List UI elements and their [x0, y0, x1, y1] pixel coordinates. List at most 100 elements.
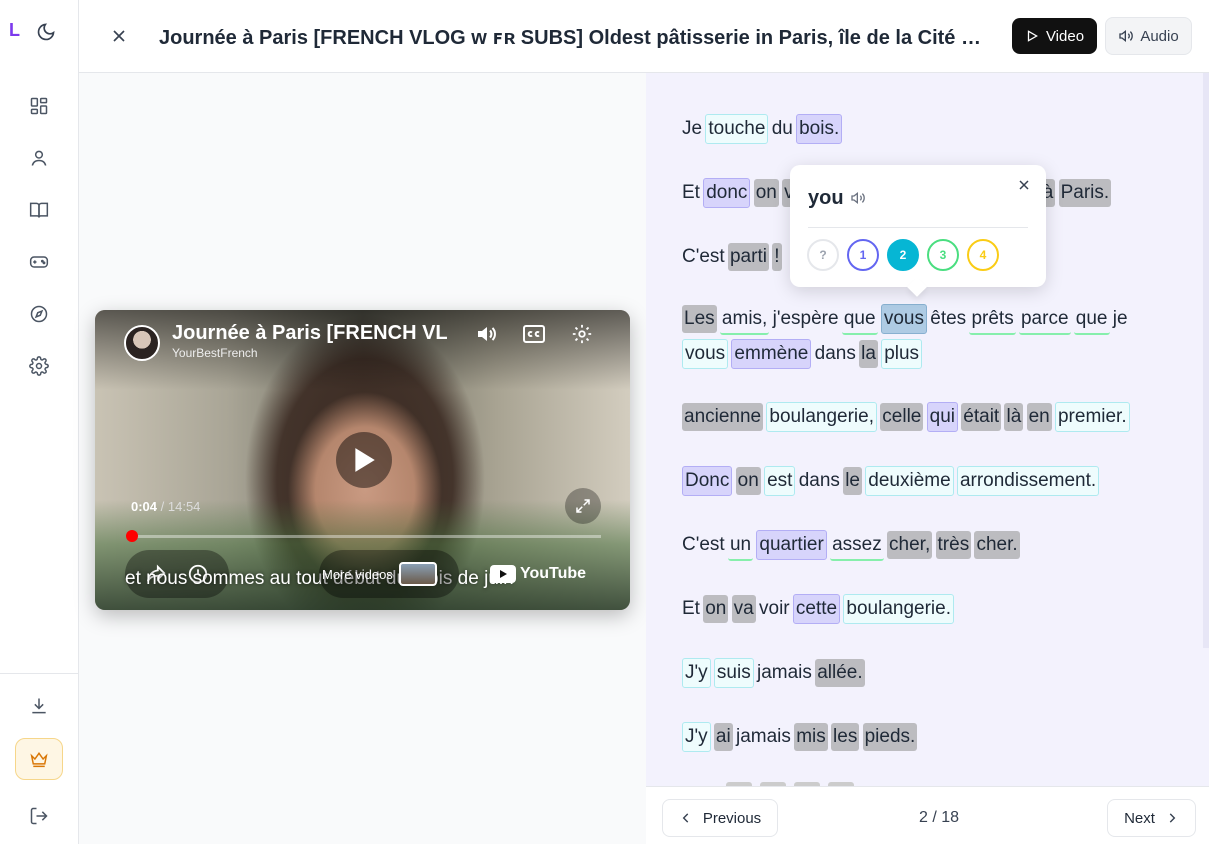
- transcript-word[interactable]: boulangerie,: [766, 402, 877, 432]
- moon-icon[interactable]: [36, 22, 56, 42]
- selected-word[interactable]: vous: [880, 304, 927, 334]
- transcript-word[interactable]: C'est: [682, 243, 725, 271]
- youtube-logo[interactable]: YouTube: [490, 565, 586, 583]
- transcript-word[interactable]: amis,: [719, 305, 770, 335]
- transcript-word[interactable]: J'y: [682, 722, 711, 752]
- level-3-button[interactable]: 3: [927, 239, 959, 271]
- video-channel[interactable]: YourBestFrench: [172, 346, 258, 360]
- transcript-word[interactable]: allée.: [815, 659, 865, 687]
- transcript-word[interactable]: parce: [1018, 305, 1071, 335]
- transcript-word[interactable]: les: [831, 723, 860, 751]
- transcript-word[interactable]: je: [1113, 305, 1128, 333]
- next-button[interactable]: Next: [1107, 799, 1196, 837]
- mute-button[interactable]: [473, 321, 499, 347]
- transcript-word[interactable]: Les: [682, 305, 717, 333]
- fullscreen-button[interactable]: [565, 488, 601, 524]
- transcript-word[interactable]: donc: [703, 178, 751, 208]
- audio-mode-button[interactable]: Audio: [1105, 17, 1192, 55]
- speaker-icon[interactable]: [850, 190, 866, 206]
- progress-scrubber[interactable]: [126, 530, 138, 542]
- player-settings-button[interactable]: [569, 321, 595, 347]
- transcript-word[interactable]: on: [735, 467, 761, 495]
- transcript-word[interactable]: est: [764, 466, 796, 496]
- transcript-word[interactable]: était: [961, 403, 1002, 431]
- more-videos-button[interactable]: More videos: [319, 550, 459, 598]
- transcript-word[interactable]: cher.: [974, 531, 1020, 559]
- transcript-word[interactable]: quartier: [756, 530, 827, 560]
- sidebar-item-dashboard[interactable]: [27, 94, 51, 118]
- transcript-word[interactable]: jamais: [757, 659, 812, 687]
- transcript-word[interactable]: voir: [759, 595, 790, 623]
- download-button[interactable]: [27, 694, 51, 718]
- transcript-word[interactable]: dans: [815, 340, 856, 368]
- transcript-word[interactable]: on: [703, 595, 729, 623]
- transcript-word[interactable]: ancienne: [682, 403, 764, 431]
- transcript-word[interactable]: !: [772, 243, 782, 271]
- close-button[interactable]: [109, 26, 129, 46]
- level-2-button[interactable]: 2: [887, 239, 919, 271]
- app-logo[interactable]: L: [9, 20, 23, 42]
- play-button[interactable]: [336, 432, 392, 488]
- previous-button[interactable]: Previous: [662, 799, 778, 837]
- sidebar-item-profile[interactable]: [27, 146, 51, 170]
- transcript-word[interactable]: parti: [727, 243, 769, 271]
- sidebar-item-settings[interactable]: [27, 354, 51, 378]
- transcript-word[interactable]: du: [772, 115, 793, 143]
- level-unknown-button[interactable]: ?: [807, 239, 839, 271]
- transcript-word[interactable]: bois.: [796, 114, 843, 144]
- transcript-word[interactable]: celle: [880, 403, 924, 431]
- transcript-word[interactable]: assez: [830, 531, 884, 561]
- transcript-word[interactable]: en: [1026, 403, 1052, 431]
- transcript-word[interactable]: cette: [792, 594, 841, 624]
- transcript-word[interactable]: va: [731, 595, 756, 623]
- transcript-word[interactable]: jamais: [736, 723, 791, 751]
- popup-close-button[interactable]: [1016, 177, 1032, 193]
- sidebar-item-explore[interactable]: [27, 302, 51, 326]
- transcript-word[interactable]: C'est: [682, 531, 725, 559]
- sidebar-item-games[interactable]: [27, 250, 51, 274]
- transcript-word[interactable]: qui: [926, 402, 958, 432]
- transcript-word[interactable]: on: [753, 179, 779, 207]
- transcript-word[interactable]: êtes: [930, 305, 966, 333]
- transcript-word[interactable]: que: [1073, 305, 1110, 335]
- transcript-word[interactable]: plus: [881, 339, 923, 369]
- transcript-word[interactable]: pieds.: [862, 723, 918, 751]
- transcript-word[interactable]: J'y: [682, 658, 711, 688]
- transcript-word[interactable]: là: [1004, 403, 1024, 431]
- logout-button[interactable]: [27, 804, 51, 828]
- transcript-word[interactable]: Et: [682, 595, 700, 623]
- transcript-word[interactable]: dans: [799, 467, 840, 495]
- transcript-word[interactable]: ai: [713, 723, 733, 751]
- transcript-word[interactable]: Et: [682, 179, 700, 207]
- transcript-word[interactable]: cher,: [887, 531, 933, 559]
- transcript-word[interactable]: boulangerie.: [843, 594, 954, 624]
- transcript-word[interactable]: arrondissement.: [956, 466, 1100, 496]
- transcript-word[interactable]: emmène: [731, 339, 812, 369]
- transcript-word[interactable]: mis: [794, 723, 828, 751]
- video-player[interactable]: Journée à Paris [FRENCH VLOG w FR SUBS] …: [95, 310, 630, 610]
- level-1-button[interactable]: 1: [847, 239, 879, 271]
- transcript-word[interactable]: suis: [713, 658, 754, 688]
- transcript-word[interactable]: j'espère: [773, 305, 839, 333]
- transcript-word[interactable]: la: [859, 340, 878, 368]
- transcript-word[interactable]: prêts: [969, 305, 1016, 335]
- video-title[interactable]: Journée à Paris [FRENCH VLOG w FR SUBS]: [172, 322, 447, 345]
- premium-button[interactable]: [15, 738, 63, 780]
- transcript-scrollbar[interactable]: [1203, 73, 1209, 648]
- transcript-word[interactable]: Je: [682, 115, 702, 143]
- transcript-word[interactable]: deuxième: [865, 466, 954, 496]
- transcript-word[interactable]: Donc: [682, 466, 733, 496]
- transcript-word[interactable]: le: [843, 467, 862, 495]
- sidebar-item-library[interactable]: [27, 198, 51, 222]
- channel-avatar[interactable]: [124, 325, 160, 361]
- transcript-word[interactable]: vous: [682, 339, 729, 369]
- transcript-word[interactable]: très: [935, 531, 972, 559]
- captions-button[interactable]: [521, 321, 547, 347]
- transcript-word[interactable]: un: [727, 531, 754, 561]
- video-mode-button[interactable]: Video: [1012, 18, 1097, 54]
- transcript-word[interactable]: premier.: [1054, 402, 1130, 432]
- transcript-word[interactable]: Paris.: [1058, 179, 1112, 207]
- transcript-word[interactable]: touche: [705, 114, 769, 144]
- level-4-button[interactable]: 4: [967, 239, 999, 271]
- progress-bar[interactable]: [131, 535, 601, 538]
